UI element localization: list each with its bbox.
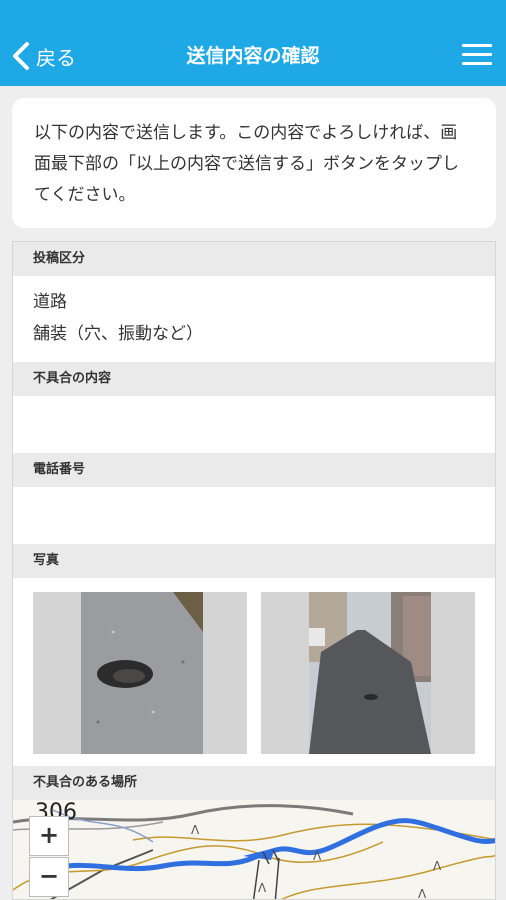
map-tiles: Λ Λ Λ Λ Λ	[13, 804, 495, 900]
photo-pothole[interactable]	[33, 592, 247, 754]
zoom-out-button[interactable]: −	[29, 857, 69, 897]
svg-text:Λ: Λ	[433, 859, 442, 873]
detail-value	[13, 396, 495, 453]
svg-text:Λ: Λ	[258, 881, 267, 895]
confirmation-notice: 以下の内容で送信します。この内容でよろしければ、画面最下部の「以上の内容で送信す…	[12, 98, 496, 228]
menu-icon[interactable]	[462, 44, 492, 68]
section-header-category: 投稿区分	[13, 242, 495, 276]
phone-value	[13, 487, 495, 544]
photo-street[interactable]	[261, 592, 475, 754]
street-photo-image	[309, 592, 431, 754]
svg-text:Λ: Λ	[191, 823, 200, 837]
app-header: 戻る 送信内容の確認	[0, 0, 506, 86]
back-button[interactable]: 戻る	[10, 36, 76, 76]
confirmation-form: 投稿区分 道路 舗装（穴、振動など） 不具合の内容 電話番号 写真 不具合のある…	[12, 241, 496, 900]
back-label: 戻る	[36, 45, 76, 70]
pothole-photo-image	[81, 592, 203, 754]
category-value-main: 道路	[33, 292, 67, 312]
section-header-phone: 電話番号	[13, 453, 495, 487]
section-header-photos: 写真	[13, 544, 495, 578]
section-header-detail: 不具合の内容	[13, 362, 495, 396]
zoom-in-button[interactable]: +	[29, 816, 69, 856]
svg-text:Λ: Λ	[418, 887, 427, 900]
location-map[interactable]: Λ Λ Λ Λ Λ 306 + −	[13, 800, 495, 900]
category-values: 道路 舗装（穴、振動など）	[13, 276, 495, 362]
svg-text:Λ: Λ	[313, 849, 322, 863]
category-value-sub: 舗装（穴、振動など）	[33, 324, 203, 344]
photo-list	[13, 578, 495, 766]
chevron-left-icon	[13, 42, 29, 70]
section-header-location: 不具合のある場所	[13, 766, 495, 800]
